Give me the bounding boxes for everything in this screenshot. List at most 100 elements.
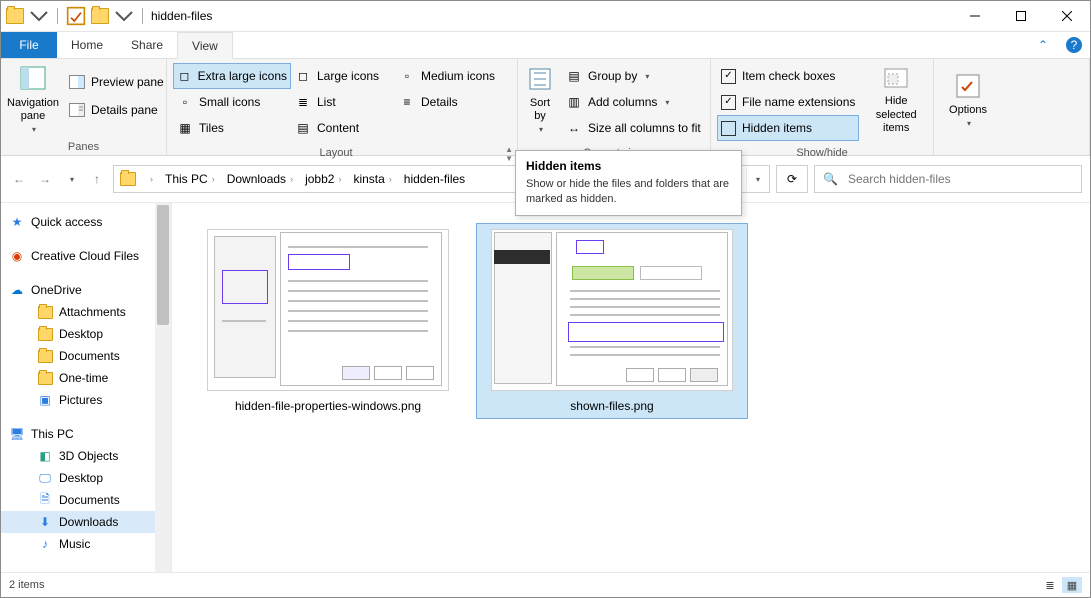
- nav-desktop[interactable]: 🖵Desktop: [1, 467, 171, 489]
- breadcrumb-kinsta[interactable]: kinsta›: [347, 166, 397, 192]
- hidden-items-toggle[interactable]: Hidden items: [717, 115, 859, 141]
- close-button[interactable]: [1044, 1, 1090, 31]
- 3d-icon: ◧: [37, 448, 53, 464]
- qat-newfolder-icon[interactable]: [90, 6, 110, 26]
- documents-icon: 🗎: [37, 492, 53, 508]
- nav-quick-access[interactable]: ★Quick access: [1, 211, 171, 233]
- layout-small-icons[interactable]: ▫Small icons: [173, 89, 291, 115]
- qat-dropdown-icon[interactable]: [29, 6, 49, 26]
- layout-xl-icons[interactable]: ◻Extra large icons: [173, 63, 291, 89]
- nav-downloads[interactable]: ⬇Downloads: [1, 511, 171, 533]
- ribbon-collapse-icon[interactable]: ⌃: [1028, 32, 1058, 58]
- recent-locations-button[interactable]: ▾: [61, 167, 81, 191]
- app-icon: [5, 6, 25, 26]
- refresh-button[interactable]: ⟳: [776, 165, 808, 193]
- folder-icon: [37, 348, 53, 364]
- breadcrumb-jobb2[interactable]: jobb2›: [299, 166, 347, 192]
- file-tab[interactable]: File: [1, 32, 57, 58]
- breadcrumb-hidden-files[interactable]: hidden-files: [398, 166, 471, 192]
- checkbox-on-icon: [721, 69, 736, 84]
- nav-documents[interactable]: 🗎Documents: [1, 489, 171, 511]
- layout-content[interactable]: ▤Content: [291, 115, 395, 141]
- nav-od-pictures[interactable]: ▣Pictures: [1, 389, 171, 411]
- nav-onedrive[interactable]: ☁OneDrive: [1, 279, 171, 301]
- layout-medium-icons[interactable]: ▫Medium icons: [395, 63, 507, 89]
- file-thumbnail: [207, 229, 449, 391]
- breadcrumb-downloads[interactable]: Downloads›: [221, 166, 299, 192]
- nav-od-onetime[interactable]: One-time: [1, 367, 171, 389]
- nav-3d-objects[interactable]: ◧3D Objects: [1, 445, 171, 467]
- navigation-pane[interactable]: ★Quick access ◉Creative Cloud Files ☁One…: [1, 203, 172, 572]
- options-button[interactable]: Options▾: [940, 63, 996, 135]
- search-input[interactable]: [846, 171, 1073, 187]
- back-button[interactable]: ←: [9, 167, 29, 191]
- help-icon[interactable]: ?: [1066, 37, 1082, 53]
- layout-tiles[interactable]: ▦Tiles: [173, 115, 291, 141]
- share-tab[interactable]: Share: [117, 32, 177, 58]
- nav-music[interactable]: ♪Music: [1, 533, 171, 555]
- nav-od-documents[interactable]: Documents: [1, 345, 171, 367]
- nav-od-desktop[interactable]: Desktop: [1, 323, 171, 345]
- sort-by-button[interactable]: Sort by▾: [524, 63, 556, 135]
- main-area: ★Quick access ◉Creative Cloud Files ☁One…: [1, 203, 1090, 572]
- ribbon: Navigation pane▾ Preview pane Details pa…: [1, 59, 1090, 156]
- explorer-window: hidden-files File Home Share View ⌃ ? Na…: [0, 0, 1091, 598]
- file-name-label: hidden-file-properties-windows.png: [235, 399, 421, 413]
- minimize-button[interactable]: [952, 1, 998, 31]
- star-icon: ★: [9, 214, 25, 230]
- layout-details[interactable]: ≡Details: [395, 89, 507, 115]
- navpane-scrollbar[interactable]: [155, 203, 171, 572]
- folder-icon: [37, 304, 53, 320]
- checkbox-on-icon: [721, 95, 736, 110]
- search-box[interactable]: 🔍: [814, 165, 1082, 193]
- size-columns-button[interactable]: ↔Size all columns to fit: [562, 115, 705, 141]
- nav-od-attachments[interactable]: Attachments: [1, 301, 171, 323]
- title-bar: hidden-files: [1, 1, 1090, 32]
- tooltip-hidden-items: Hidden items Show or hide the files and …: [515, 150, 742, 216]
- details-view-toggle-icon[interactable]: ≣: [1040, 577, 1060, 593]
- file-item[interactable]: hidden-file-properties-windows.png: [192, 223, 464, 419]
- preview-pane-button[interactable]: Preview pane: [65, 69, 168, 95]
- desktop-icon: 🖵: [37, 470, 53, 486]
- nav-creative-cloud[interactable]: ◉Creative Cloud Files: [1, 245, 171, 267]
- icons-view-toggle-icon[interactable]: ▦: [1062, 577, 1082, 593]
- search-icon: 🔍: [823, 172, 838, 186]
- cloud-icon: ☁: [9, 282, 25, 298]
- up-button[interactable]: ↑: [87, 167, 107, 191]
- view-tab[interactable]: View: [177, 32, 233, 59]
- forward-button[interactable]: →: [35, 167, 55, 191]
- crumb-chevron-icon[interactable]: ›: [140, 166, 159, 192]
- home-tab[interactable]: Home: [57, 32, 117, 58]
- layout-large-icons[interactable]: ◻Large icons: [291, 63, 395, 89]
- pictures-icon: ▣: [37, 392, 53, 408]
- group-by-button[interactable]: ▤Group by▾: [562, 63, 705, 89]
- music-icon: ♪: [37, 536, 53, 552]
- pc-icon: 🖥: [9, 426, 25, 442]
- downloads-icon: ⬇: [37, 514, 53, 530]
- navigation-pane-button[interactable]: Navigation pane▾: [7, 63, 59, 135]
- qat-properties-icon[interactable]: [66, 6, 86, 26]
- file-name-extensions-toggle[interactable]: File name extensions: [717, 89, 859, 115]
- address-dropdown-button[interactable]: ▾: [746, 167, 767, 191]
- item-check-boxes-toggle[interactable]: Item check boxes: [717, 63, 859, 89]
- nav-this-pc[interactable]: 🖥This PC: [1, 423, 171, 445]
- details-pane-button[interactable]: Details pane: [65, 97, 168, 123]
- ribbon-tabs: File Home Share View ⌃ ?: [1, 32, 1090, 59]
- cc-icon: ◉: [9, 248, 25, 264]
- hide-selected-button[interactable]: Hide selected items: [865, 63, 927, 135]
- panes-group-label: Panes: [1, 139, 166, 157]
- tooltip-title: Hidden items: [526, 159, 731, 173]
- layout-scroll-up-icon[interactable]: ▲: [505, 145, 513, 154]
- window-title: hidden-files: [151, 9, 212, 23]
- maximize-button[interactable]: [998, 1, 1044, 31]
- breadcrumb-this-pc[interactable]: This PC›: [159, 166, 221, 192]
- layout-list[interactable]: ≣List: [291, 89, 395, 115]
- file-view[interactable]: hidden-file-properties-windows.png: [172, 203, 1090, 572]
- folder-icon: [120, 171, 136, 187]
- qat-customize-icon[interactable]: [114, 6, 134, 26]
- file-item-selected[interactable]: shown-files.png: [476, 223, 748, 419]
- tooltip-body: Show or hide the files and folders that …: [526, 177, 731, 207]
- status-bar: 2 items ≣ ▦: [1, 572, 1090, 597]
- status-item-count: 2 items: [9, 579, 44, 591]
- add-columns-button[interactable]: ▥Add columns▾: [562, 89, 705, 115]
